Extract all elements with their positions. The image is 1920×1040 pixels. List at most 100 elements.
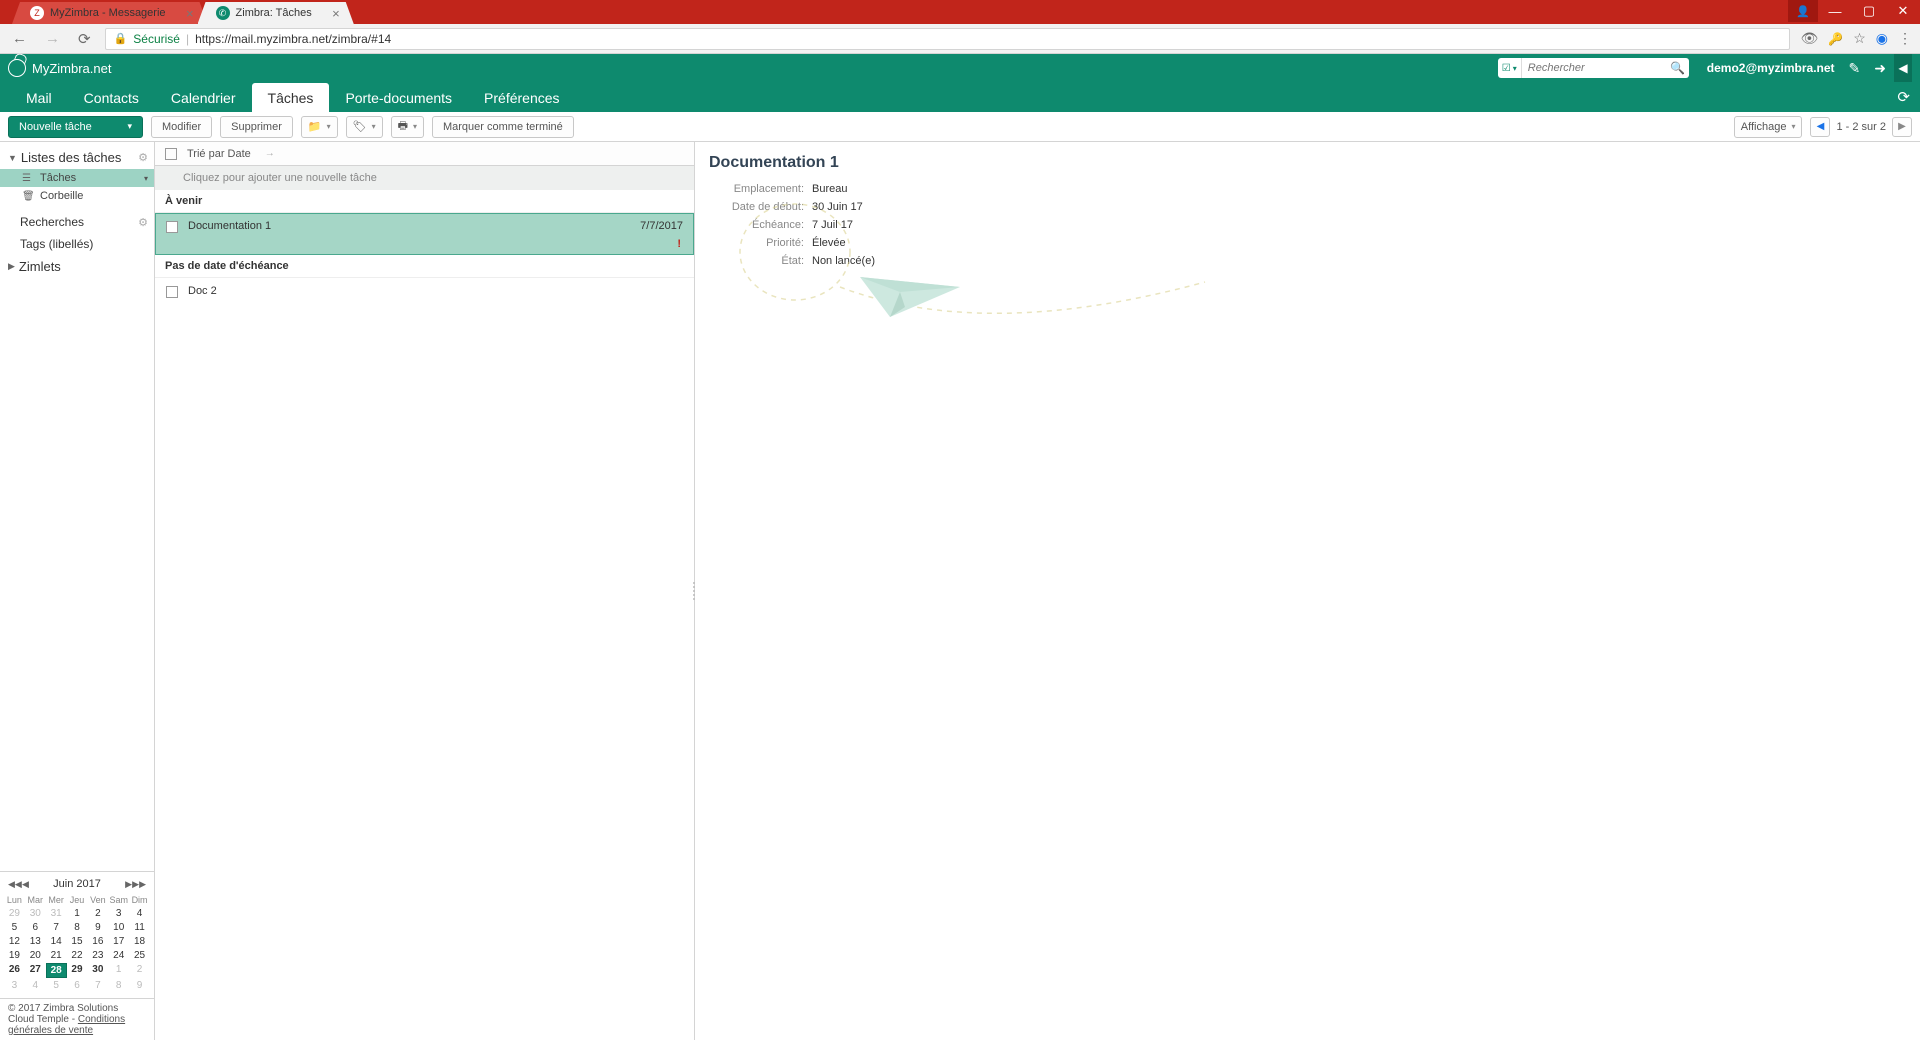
task-checkbox[interactable] [166, 286, 178, 298]
user-email[interactable]: demo2@myzimbra.net [1707, 61, 1835, 75]
cal-day[interactable]: 19 [4, 949, 25, 962]
cal-day[interactable]: 29 [4, 907, 25, 920]
key-icon[interactable]: 🔑 [1828, 32, 1843, 46]
tab-calendar[interactable]: Calendrier [155, 83, 252, 112]
menu-icon[interactable]: ⋮ [1898, 30, 1912, 47]
user-icon[interactable]: 👤 [1788, 0, 1818, 22]
sidebar-item-tasks[interactable]: ☰ Tâches [0, 169, 154, 187]
cal-day[interactable]: 11 [129, 921, 150, 934]
cal-day[interactable]: 8 [108, 979, 129, 992]
cal-day[interactable]: 30 [25, 907, 46, 920]
tab-contacts[interactable]: Contacts [68, 83, 155, 112]
cal-day[interactable]: 8 [67, 921, 88, 934]
cal-day[interactable]: 1 [108, 963, 129, 978]
tag-button[interactable]: 🏷 [346, 116, 383, 138]
cal-day[interactable]: 14 [46, 935, 67, 948]
cal-day[interactable]: 15 [67, 935, 88, 948]
view-button[interactable]: Affichage [1734, 116, 1803, 138]
close-icon[interactable]: × [332, 6, 340, 21]
eye-icon[interactable]: 👁 [1800, 30, 1818, 47]
select-all-checkbox[interactable] [165, 148, 177, 160]
cal-day[interactable]: 30 [87, 963, 108, 978]
search-type-icon[interactable]: ☑ [1498, 58, 1522, 78]
search-box[interactable]: ☑ 🔍 [1498, 58, 1689, 78]
browser-tab-0[interactable]: Z MyZimbra - Messagerie × [12, 2, 208, 24]
cal-day[interactable]: 5 [46, 979, 67, 992]
close-window-icon[interactable]: ✕ [1886, 0, 1920, 22]
cal-day[interactable]: 13 [25, 935, 46, 948]
maximize-icon[interactable]: ▢ [1852, 0, 1886, 22]
add-task-input[interactable]: Cliquez pour ajouter une nouvelle tâche [155, 166, 694, 190]
mark-done-button[interactable]: Marquer comme terminé [432, 116, 574, 138]
cal-day[interactable]: 16 [87, 935, 108, 948]
cal-day[interactable]: 24 [108, 949, 129, 962]
cal-day[interactable]: 3 [108, 907, 129, 920]
task-row[interactable]: Documentation 1 7/7/2017 ! [155, 213, 694, 255]
cal-day[interactable]: 6 [25, 921, 46, 934]
cal-day[interactable]: 6 [67, 979, 88, 992]
tab-briefcase[interactable]: Porte-documents [329, 83, 468, 112]
compose-icon[interactable]: ✎ [1849, 60, 1861, 77]
cal-day[interactable]: 9 [129, 979, 150, 992]
cal-day[interactable]: 4 [129, 907, 150, 920]
cal-day[interactable]: 2 [129, 963, 150, 978]
print-button[interactable]: 🖶 [391, 116, 424, 138]
cal-day[interactable]: 18 [129, 935, 150, 948]
cal-day[interactable]: 4 [25, 979, 46, 992]
cal-prev-month-icon[interactable]: ◀ [22, 879, 29, 890]
cal-day[interactable]: 10 [108, 921, 129, 934]
browser-tab-1[interactable]: ✆ Zimbra: Tâches × [198, 2, 354, 24]
logout-icon[interactable]: ➜ [1874, 60, 1886, 77]
star-icon[interactable]: ☆ [1853, 30, 1866, 47]
back-icon[interactable]: ← [8, 30, 31, 47]
sidebar-searches[interactable]: Recherches ⚙ [0, 211, 154, 233]
sidebar-item-trash[interactable]: 🗑 Corbeille [0, 187, 154, 205]
cal-day[interactable]: 25 [129, 949, 150, 962]
logo[interactable]: MyZimbra.net [8, 59, 111, 77]
cal-title[interactable]: Juin 2017 [53, 878, 101, 890]
cal-day[interactable]: 31 [46, 907, 67, 920]
close-icon[interactable]: × [186, 6, 194, 21]
cal-day[interactable]: 17 [108, 935, 129, 948]
refresh-icon[interactable]: ⟳ [1897, 88, 1910, 106]
sidebar-zimlets[interactable]: ▶ Zimlets [0, 255, 154, 278]
collapse-icon[interactable]: ◀ [1894, 54, 1912, 82]
task-checkbox[interactable] [166, 221, 178, 233]
pager-prev-icon[interactable]: ◀ [1810, 117, 1830, 137]
tab-tasks[interactable]: Tâches [252, 83, 330, 112]
gear-icon[interactable]: ⚙ [138, 216, 148, 229]
minimize-icon[interactable]: — [1818, 0, 1852, 22]
tab-preferences[interactable]: Préférences [468, 83, 575, 112]
new-task-button[interactable]: Nouvelle tâche [8, 116, 143, 138]
cal-day[interactable]: 23 [87, 949, 108, 962]
cal-day[interactable]: 26 [4, 963, 25, 978]
edit-button[interactable]: Modifier [151, 116, 212, 138]
sidebar-lists-header[interactable]: ▼ Listes des tâches ⚙ [0, 146, 154, 169]
cal-day[interactable]: 1 [67, 907, 88, 920]
reload-icon[interactable]: ⟳ [74, 30, 95, 48]
gear-icon[interactable]: ⚙ [138, 151, 148, 164]
task-row[interactable]: Doc 2 [155, 278, 694, 305]
delete-button[interactable]: Supprimer [220, 116, 293, 138]
cal-day[interactable]: 21 [46, 949, 67, 962]
cal-day[interactable]: 7 [87, 979, 108, 992]
pager-next-icon[interactable]: ▶ [1892, 117, 1912, 137]
cal-day[interactable]: 29 [67, 963, 88, 978]
extension-icon[interactable]: ◉ [1876, 30, 1888, 47]
cal-next-year-icon[interactable]: ▶▶ [132, 879, 146, 890]
forward-icon[interactable]: → [41, 30, 64, 47]
sort-label[interactable]: Trié par Date [187, 148, 251, 160]
cal-day[interactable]: 2 [87, 907, 108, 920]
omnibox[interactable]: 🔒 Sécurisé | https://mail.myzimbra.net/z… [105, 28, 1791, 50]
cal-prev-year-icon[interactable]: ◀◀ [8, 879, 22, 890]
search-input[interactable] [1522, 62, 1667, 74]
move-button[interactable]: 📁 [301, 116, 338, 138]
cal-day[interactable]: 27 [25, 963, 46, 978]
cal-day[interactable]: 7 [46, 921, 67, 934]
tab-mail[interactable]: Mail [10, 83, 68, 112]
cal-day[interactable]: 28 [46, 963, 67, 978]
cal-day[interactable]: 12 [4, 935, 25, 948]
list-header[interactable]: Trié par Date [155, 142, 694, 166]
cal-day[interactable]: 20 [25, 949, 46, 962]
cal-day[interactable]: 22 [67, 949, 88, 962]
